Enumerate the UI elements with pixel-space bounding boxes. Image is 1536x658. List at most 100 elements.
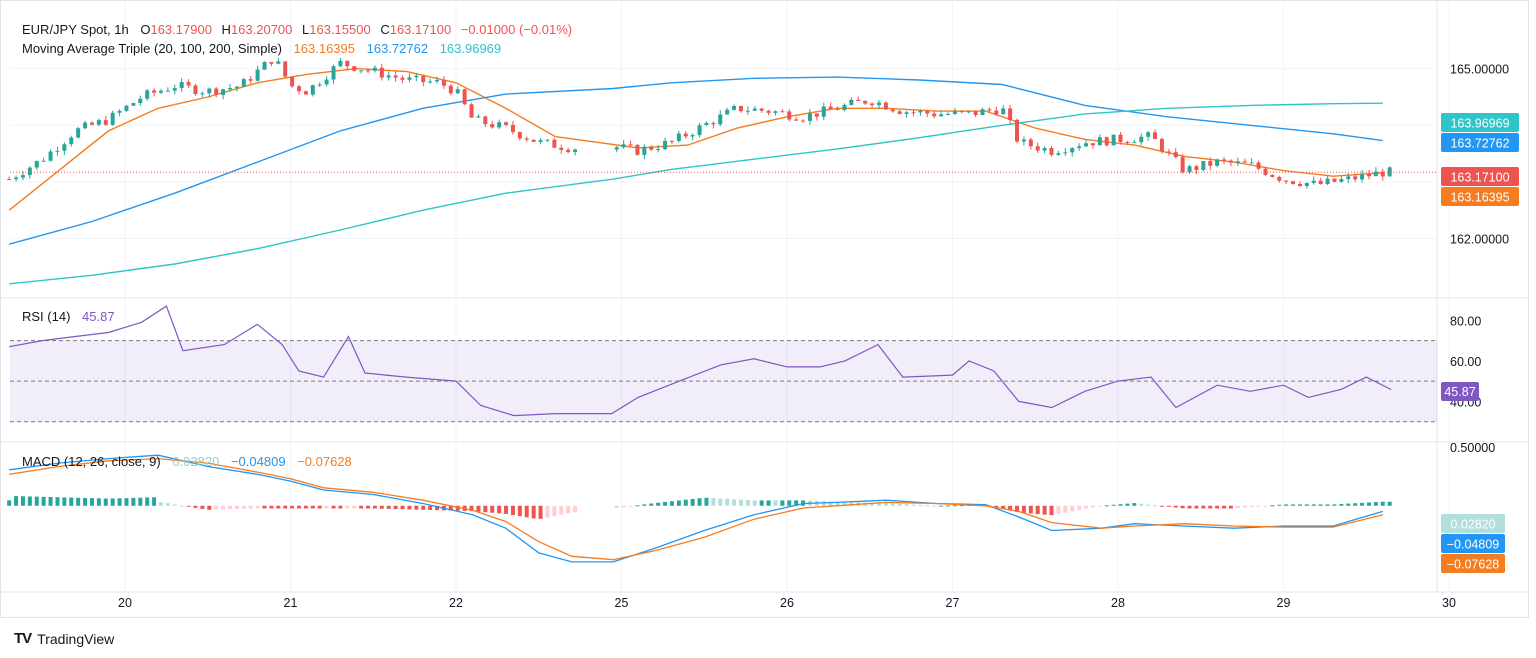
macd-histogram-bar: [890, 503, 895, 506]
candle-body: [538, 140, 543, 142]
candle-body: [110, 112, 115, 125]
rsi-legend: RSI (14) 45.87: [22, 309, 115, 324]
candle-body: [1042, 147, 1047, 151]
candle-body: [117, 110, 122, 113]
macd-histogram-bar: [234, 505, 239, 510]
open-label: O: [140, 22, 151, 37]
candle-body: [676, 133, 681, 141]
high-label: H: [221, 22, 231, 37]
time-tick-label: 22: [449, 596, 463, 610]
macd-histogram-bar: [1153, 505, 1158, 507]
macd-tick-label: 0.50000: [1450, 441, 1495, 455]
candle-body: [158, 90, 163, 93]
close-label: C: [380, 22, 390, 37]
candle-body: [455, 89, 460, 94]
time-tick-label: 28: [1111, 596, 1125, 610]
macd-histogram-bar: [324, 505, 329, 509]
macd-histogram-bar: [152, 497, 157, 506]
candle-body: [856, 99, 861, 101]
macd-histogram-bar: [1297, 504, 1302, 506]
macd-histogram-bar: [656, 502, 661, 506]
candle-body: [207, 88, 212, 94]
macd-line-value: −0.04809: [230, 454, 286, 469]
candle-body: [1387, 167, 1392, 177]
candle-body: [524, 138, 529, 140]
candle-body: [566, 149, 571, 153]
candle-body: [303, 91, 308, 95]
candle-body: [221, 89, 226, 95]
macd-histogram-bar: [34, 496, 39, 506]
macd-histogram-bar: [1077, 505, 1082, 511]
candle-body: [635, 144, 640, 155]
candle-body: [310, 85, 315, 95]
macd-histogram-bar: [345, 505, 350, 509]
candle-body: [876, 102, 881, 106]
candle-body: [317, 84, 322, 86]
candle-body: [1146, 132, 1151, 137]
candle-body: [359, 70, 364, 72]
candle-body: [649, 146, 654, 150]
macd-histogram-bar: [621, 505, 626, 508]
macd-histogram-bar: [1173, 505, 1178, 508]
macd-histogram-bar: [1111, 504, 1116, 506]
candle-body: [1346, 176, 1351, 180]
candle-body: [973, 111, 978, 116]
macd-histogram-bar: [752, 500, 757, 506]
macd-histogram-bar: [1215, 505, 1220, 509]
macd-histogram-bar: [787, 500, 792, 506]
open-value: 163.17900: [150, 22, 212, 37]
chart-canvas[interactable]: 165.00000 162.00000 163.96969 163.72762 163.…: [0, 0, 1536, 658]
candle-body: [1235, 161, 1240, 163]
macd-histogram-bar: [780, 500, 785, 506]
candle-body: [103, 120, 108, 125]
macd-histogram-bar: [925, 505, 930, 507]
macd-histogram-bar: [1242, 505, 1247, 508]
last-price-badge: 163.17100: [1450, 171, 1509, 185]
macd-histogram-bar: [1132, 503, 1137, 506]
candle-body: [34, 160, 39, 168]
macd-histogram-bar: [48, 497, 53, 506]
candle-body: [276, 61, 281, 64]
macd-histogram-bar: [131, 497, 136, 506]
macd-histogram-bar: [407, 505, 412, 510]
candle-body: [1208, 161, 1213, 166]
macd-histogram-bar: [1049, 505, 1054, 516]
macd-histogram-bar: [1339, 503, 1344, 506]
candle-body: [1318, 180, 1323, 185]
candle-body: [980, 109, 985, 116]
candle-body: [386, 75, 391, 78]
candle-body: [1118, 134, 1123, 142]
candle-body: [338, 60, 343, 67]
candle-body: [1249, 162, 1254, 164]
time-tick-label: 21: [284, 596, 298, 610]
candle-body: [227, 87, 232, 90]
candle-body: [186, 82, 191, 86]
candle-body: [435, 80, 440, 82]
macd-histogram-bar: [1166, 505, 1171, 507]
candle-body: [759, 108, 764, 111]
rsi-tick-label: 60.00: [1450, 355, 1481, 369]
macd-histogram-bar: [117, 498, 122, 506]
candle-body: [656, 149, 661, 151]
candle-body: [918, 110, 923, 113]
macd-histogram-bar: [1056, 505, 1061, 514]
candle-body: [1084, 143, 1089, 147]
candle-body: [573, 149, 578, 153]
time-tick-label: 29: [1277, 596, 1291, 610]
macd-histogram-bar: [1070, 505, 1075, 512]
macd-histogram-bar: [690, 498, 695, 506]
macd-histogram-bar: [103, 498, 108, 506]
candle-body: [1132, 142, 1137, 144]
macd-histogram-bar: [248, 505, 253, 509]
candle-body: [345, 60, 350, 67]
candle-body: [1284, 180, 1289, 182]
candle-body: [414, 75, 419, 78]
candle-body: [1035, 146, 1040, 151]
tradingview-brand[interactable]: TV TradingView: [14, 630, 114, 647]
macd-histogram-bar: [1063, 505, 1068, 513]
candle-body: [835, 109, 840, 111]
candle-body: [62, 144, 67, 151]
macd-histogram-bar: [1263, 505, 1268, 507]
candle-body: [987, 109, 992, 111]
macd-histogram-bar: [317, 505, 322, 509]
